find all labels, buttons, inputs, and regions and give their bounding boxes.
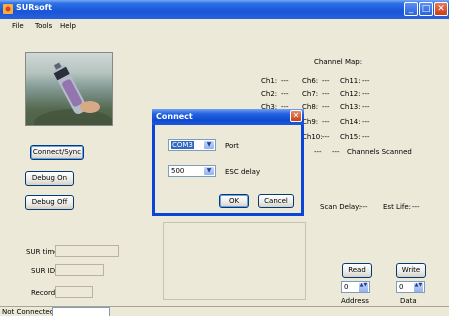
scan-delay-label: Scan Delay: (320, 203, 362, 211)
channel-label: Ch12: (340, 90, 361, 98)
cancel-button[interactable]: Cancel (258, 194, 294, 208)
menu-tools[interactable]: Tools (35, 22, 52, 30)
spin-arrows-icon[interactable]: ▲▼ (414, 283, 423, 292)
minimize-button[interactable]: _ (404, 2, 418, 16)
data-label: Data (400, 297, 417, 305)
menu-file[interactable]: File (12, 22, 24, 30)
dialog-title: Connect (156, 112, 193, 121)
channel-value: --- (362, 77, 370, 85)
channel-value: --- (362, 90, 370, 98)
channel-label: Ch13: (340, 103, 361, 111)
chevron-down-icon[interactable]: ▼ (204, 167, 214, 175)
channel-value: --- (322, 133, 330, 141)
output-panel (163, 222, 306, 300)
esc-delay-label: ESC delay (225, 168, 261, 176)
port-label: Port (225, 142, 239, 150)
address-spinner[interactable]: 0 ▲▼ (341, 281, 370, 293)
channel-label: Ch11: (340, 77, 361, 85)
channel-label: Ch9: (302, 118, 319, 126)
channel-value: --- (322, 77, 330, 85)
read-button[interactable]: Read (342, 263, 372, 278)
device-photo (25, 52, 113, 126)
maximize-button[interactable]: □ (419, 2, 433, 16)
channel-label: Ch15: (340, 133, 361, 141)
channel-value: --- (281, 77, 289, 85)
channels-scanned-label: Channels Scanned (347, 148, 412, 156)
channel-label: Ch1: (261, 77, 278, 85)
window-title: SURsoft (16, 3, 52, 12)
status-text: Not Connected (2, 308, 55, 316)
est-life-label: Est Life: (383, 203, 412, 211)
data-value: 0 (399, 283, 404, 291)
scan-delay-value: --- (360, 203, 368, 211)
data-spinner[interactable]: 0 ▲▼ (396, 281, 425, 293)
est-life-value: --- (412, 203, 420, 211)
channel-value: --- (362, 103, 370, 111)
dialog-title-bar: Connect ✕ (152, 109, 304, 125)
connect-dialog: Connect ✕ COM3 ▼ Port 500 ▼ ESC delay OK… (152, 109, 304, 216)
sur-time-field[interactable] (55, 245, 119, 257)
channel-value: --- (281, 90, 289, 98)
channel-label: Ch10: (302, 133, 323, 141)
records-field[interactable] (55, 286, 93, 298)
channel-label: Ch8: (302, 103, 319, 111)
sur-id-label: SUR ID: (31, 267, 58, 275)
menu-help[interactable]: Help (60, 22, 76, 30)
channels-scanned-value-b: --- (332, 148, 340, 156)
debug-off-button[interactable]: Debug Off (25, 195, 74, 210)
channel-value: --- (322, 118, 330, 126)
channel-value: --- (362, 118, 370, 126)
channel-value: --- (362, 133, 370, 141)
status-bar: Not Connected (0, 306, 449, 316)
channel-label: Ch7: (302, 90, 319, 98)
channel-label: Ch14: (340, 118, 361, 126)
address-value: 0 (344, 283, 349, 291)
sensor-image (34, 62, 112, 125)
debug-on-button[interactable]: Debug On (25, 171, 74, 186)
channel-label: Ch2: (261, 90, 278, 98)
title-bar: SURsoft _ □ ✕ (0, 0, 449, 19)
chevron-down-icon[interactable]: ▼ (204, 141, 214, 149)
status-field (52, 307, 110, 316)
esc-delay-select[interactable]: 500 ▼ (168, 165, 216, 177)
address-label: Address (341, 297, 369, 305)
sur-id-field[interactable] (55, 264, 104, 276)
connect-sync-button[interactable]: Connect/Sync (30, 145, 84, 160)
channel-label: Ch6: (302, 77, 319, 85)
spin-arrows-icon[interactable]: ▲▼ (359, 283, 368, 292)
close-button[interactable]: ✕ (434, 2, 448, 16)
port-value: COM3 (171, 141, 194, 149)
menu-bar: File Tools Help (0, 19, 449, 33)
dialog-close-button[interactable]: ✕ (290, 110, 302, 122)
channels-scanned-value-a: --- (314, 148, 322, 156)
ok-button[interactable]: OK (219, 194, 249, 208)
app-icon (3, 4, 13, 14)
port-select[interactable]: COM3 ▼ (168, 139, 216, 151)
write-button[interactable]: Write (396, 263, 426, 278)
esc-delay-value: 500 (171, 167, 185, 175)
channel-value: --- (322, 103, 330, 111)
channel-value: --- (322, 90, 330, 98)
channel-map-title: Channel Map: (314, 58, 363, 66)
